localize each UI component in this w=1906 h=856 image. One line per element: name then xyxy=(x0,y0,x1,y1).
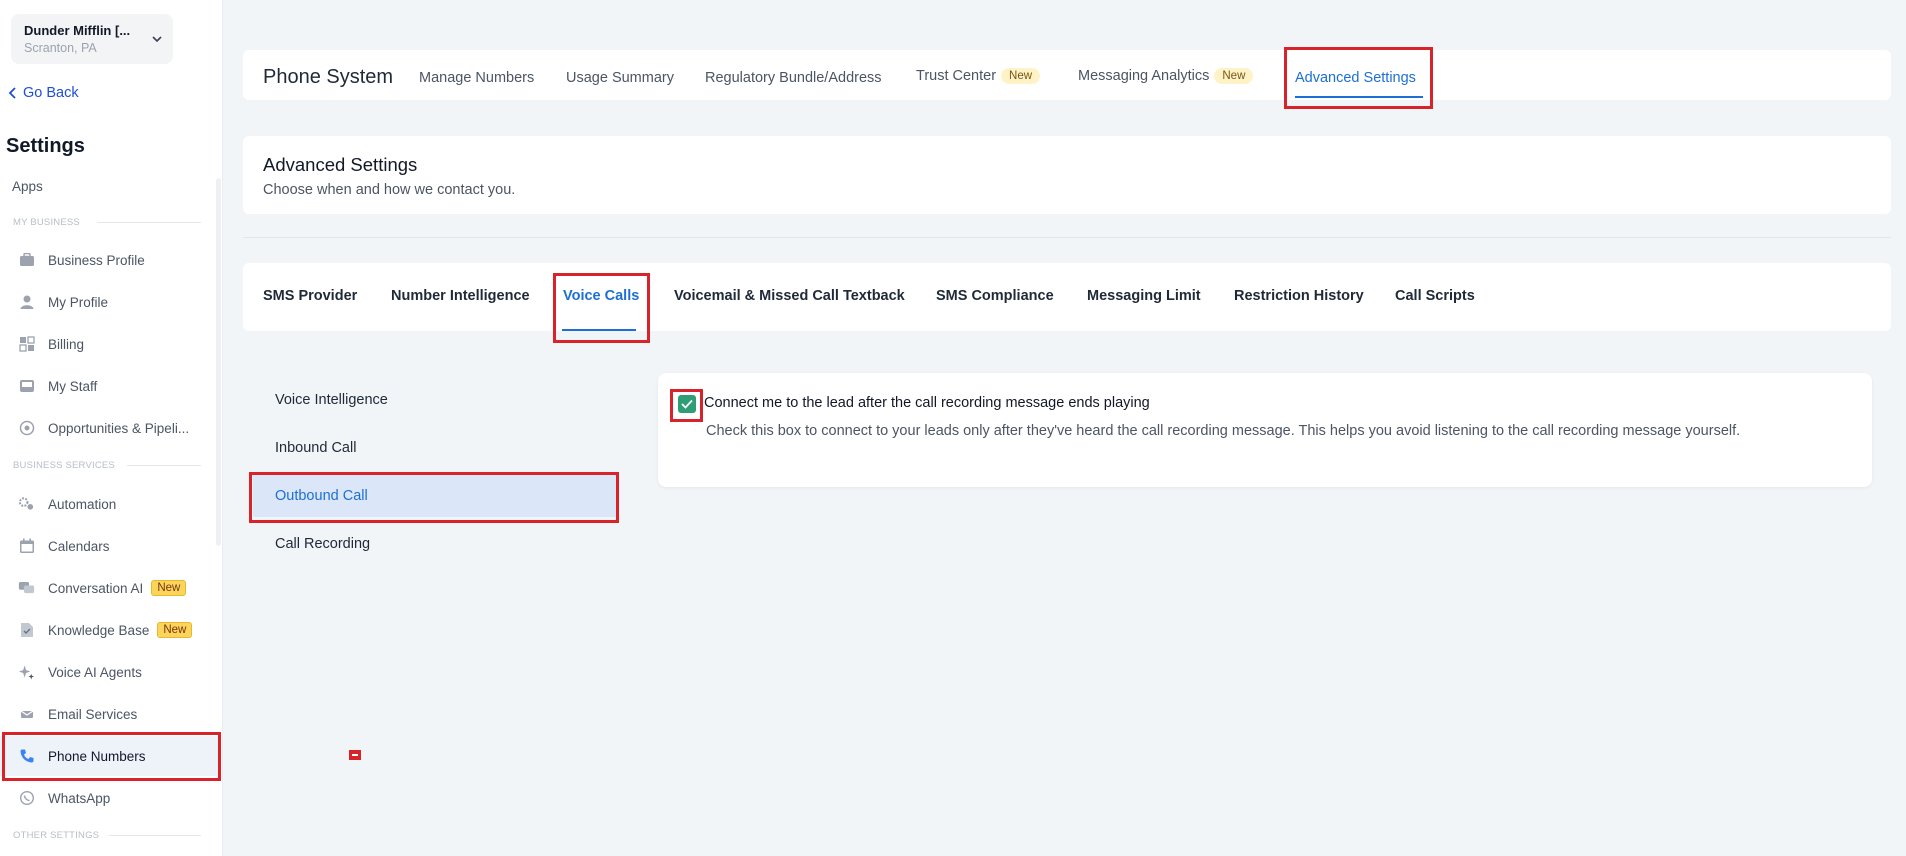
sidebar-item-opportunities[interactable]: Opportunities & Pipeli... xyxy=(0,408,221,448)
minimize-marker-icon xyxy=(349,750,361,760)
go-back-link[interactable]: Go Back xyxy=(8,85,79,101)
tab-label: Usage Summary xyxy=(566,70,674,86)
submenu-outbound-call[interactable]: Outbound Call xyxy=(253,475,616,517)
sidebar-item-knowledge-base[interactable]: Knowledge Base New xyxy=(0,610,221,650)
sidebar-item-label: Calendars xyxy=(48,538,110,554)
sidebar-item-label: Conversation AI xyxy=(48,580,144,596)
sidebar-item-my-staff[interactable]: My Staff xyxy=(0,366,221,406)
chevron-down-icon xyxy=(152,36,162,43)
settings-title: Settings xyxy=(6,135,85,157)
tab-manage-numbers[interactable]: Manage Numbers xyxy=(419,70,534,86)
target-icon xyxy=(18,420,35,437)
chevron-left-icon xyxy=(8,87,16,99)
sidebar-item-billing[interactable]: Billing xyxy=(0,324,221,364)
subtab-voice-calls[interactable]: Voice Calls xyxy=(563,288,639,304)
sidebar-item-conversation-ai[interactable]: Conversation AI New xyxy=(0,568,221,608)
section-title: Advanced Settings xyxy=(263,154,418,175)
sidebar-item-automation[interactable]: Automation xyxy=(0,484,221,524)
tab-advanced-settings[interactable]: Advanced Settings xyxy=(1295,70,1416,86)
section-header: Advanced Settings Choose when and how we… xyxy=(243,136,1891,214)
section-divider xyxy=(109,835,201,836)
sidebar-item-business-profile[interactable]: Business Profile xyxy=(0,240,221,280)
user-icon xyxy=(18,294,35,311)
sparkle-icon xyxy=(18,664,35,681)
submenu-call-recording[interactable]: Call Recording xyxy=(253,523,616,565)
top-navigation: Phone System Manage Numbers Usage Summar… xyxy=(243,50,1891,100)
section-subtitle: Choose when and how we contact you. xyxy=(263,182,516,198)
sidebar-item-voice-ai-agents[interactable]: Voice AI Agents xyxy=(0,652,221,692)
subtab-sms-compliance[interactable]: SMS Compliance xyxy=(936,288,1054,304)
sidebar-item-whatsapp[interactable]: WhatsApp xyxy=(0,778,221,818)
tab-label: Messaging Analytics xyxy=(1078,68,1210,84)
tab-label: Regulatory Bundle/Address xyxy=(705,70,882,86)
sidebar-item-my-profile[interactable]: My Profile xyxy=(0,282,221,322)
inbox-icon xyxy=(18,378,35,395)
sidebar-item-label: WhatsApp xyxy=(48,790,111,806)
subtab-call-scripts[interactable]: Call Scripts xyxy=(1395,288,1475,304)
tab-label: Trust Center xyxy=(916,68,997,84)
section-business-services: BUSINESS SERVICES xyxy=(13,460,115,471)
sidebar: Dunder Mifflin [... Scranton, PA Go Back… xyxy=(0,0,223,856)
sidebar-item-phone-numbers[interactable]: Phone Numbers xyxy=(0,736,221,776)
gears-icon xyxy=(18,496,35,513)
tab-label: Advanced Settings xyxy=(1295,70,1416,86)
section-other-settings: OTHER SETTINGS xyxy=(13,830,100,841)
briefcase-icon xyxy=(18,252,35,269)
submenu-inbound-call[interactable]: Inbound Call xyxy=(253,427,616,469)
tab-messaging-analytics[interactable]: Messaging Analytics New xyxy=(1078,68,1254,84)
tab-usage-summary[interactable]: Usage Summary xyxy=(566,70,674,86)
grid-icon xyxy=(18,336,35,353)
new-badge: New xyxy=(151,580,187,596)
outbound-call-settings-card: Connect me to the lead after the call re… xyxy=(658,373,1872,487)
account-switcher[interactable]: Dunder Mifflin [... Scranton, PA xyxy=(11,14,173,64)
check-icon xyxy=(681,399,693,409)
section-divider xyxy=(97,222,201,223)
sidebar-item-label: My Profile xyxy=(48,294,109,310)
tab-label: Manage Numbers xyxy=(419,70,535,86)
settings-subtabs: SMS Provider Number Intelligence Voice C… xyxy=(243,263,1891,331)
sidebar-item-label: Opportunities & Pipeli... xyxy=(48,420,190,436)
sidebar-item-label: Knowledge Base xyxy=(48,622,150,638)
active-subtab-indicator xyxy=(562,329,636,331)
section-divider xyxy=(127,465,201,466)
subtab-messaging-limit[interactable]: Messaging Limit xyxy=(1087,288,1201,304)
calendar-icon xyxy=(18,538,35,555)
phone-icon xyxy=(18,748,35,765)
sidebar-item-label: Email Services xyxy=(48,706,138,722)
sidebar-item-label: Phone Numbers xyxy=(48,748,146,764)
sidebar-item-label: Billing xyxy=(48,336,85,352)
subtab-number-intelligence[interactable]: Number Intelligence xyxy=(391,288,530,304)
active-tab-indicator xyxy=(1295,96,1423,98)
connect-after-recording-checkbox[interactable] xyxy=(678,395,696,413)
sidebar-item-label: My Staff xyxy=(48,378,98,394)
tab-trust-center[interactable]: Trust Center New xyxy=(916,68,1041,84)
new-badge: New xyxy=(1001,68,1041,84)
go-back-label: Go Back xyxy=(23,85,79,101)
new-badge: New xyxy=(1214,68,1254,84)
subtab-restriction-history[interactable]: Restriction History xyxy=(1234,288,1364,304)
section-my-business: MY BUSINESS xyxy=(13,217,80,228)
checkbox-description: Check this box to connect to your leads … xyxy=(706,423,1741,439)
sidebar-item-label: Business Profile xyxy=(48,252,145,268)
sidebar-item-calendars[interactable]: Calendars xyxy=(0,526,221,566)
sidebar-item-apps[interactable]: Apps xyxy=(12,179,43,194)
divider xyxy=(243,237,1891,238)
mail-icon xyxy=(18,706,35,723)
tab-regulatory-bundle[interactable]: Regulatory Bundle/Address xyxy=(705,70,882,86)
page-title: Phone System xyxy=(263,66,394,88)
sidebar-item-label: Automation xyxy=(48,496,117,512)
chat-icon xyxy=(18,580,35,597)
whatsapp-icon xyxy=(18,790,35,807)
checkbox-label: Connect me to the lead after the call re… xyxy=(704,395,1150,411)
subtab-voicemail-missed-call[interactable]: Voicemail & Missed Call Textback xyxy=(674,288,905,304)
subtab-sms-provider[interactable]: SMS Provider xyxy=(263,288,357,304)
document-icon xyxy=(18,622,35,639)
sidebar-item-email-services[interactable]: Email Services xyxy=(0,694,221,734)
sidebar-item-label: Voice AI Agents xyxy=(48,664,142,680)
new-badge: New xyxy=(157,622,193,638)
submenu-voice-intelligence[interactable]: Voice Intelligence xyxy=(253,379,616,421)
